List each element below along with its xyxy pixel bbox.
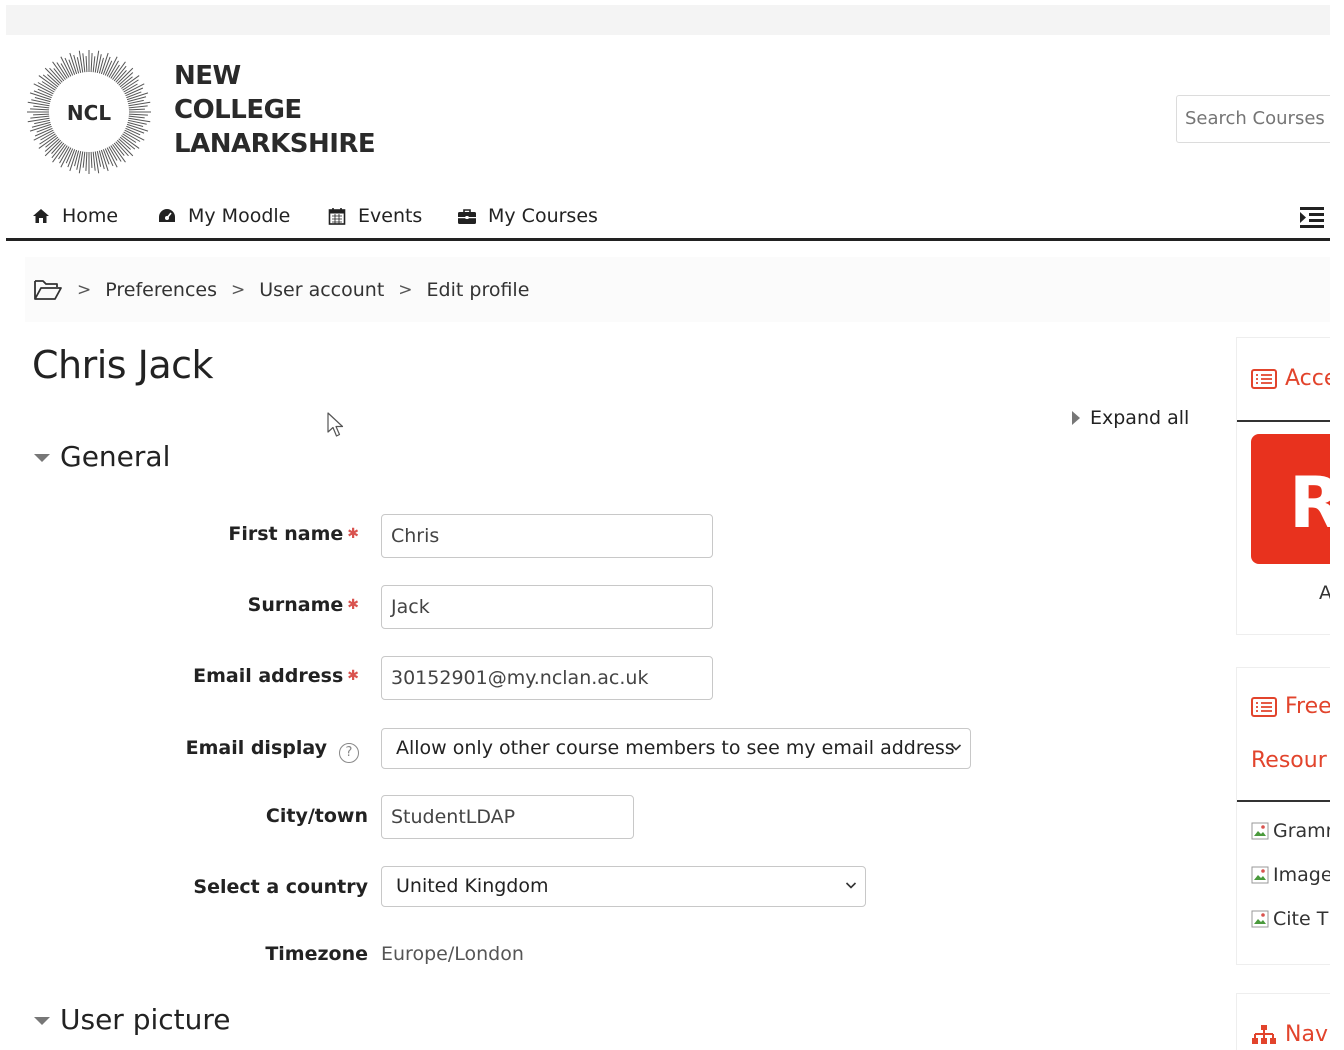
chevron-down-icon [950,744,962,751]
broken-image-link[interactable]: Image [1251,864,1330,886]
block-title-navigation-text: Nav [1285,1022,1328,1047]
nav-item-home[interactable]: Home [30,202,118,230]
breadcrumb: > Preferences > User account > Edit prof… [25,257,1330,322]
section-user-picture-title: User picture [60,1003,231,1036]
indent-icon[interactable] [1298,203,1326,229]
nav-label-events: Events [358,205,423,227]
list-alt-icon [1251,696,1277,717]
breadcrumb-user-account[interactable]: User account [259,279,384,301]
surname-label: Surname ✱ [248,594,359,616]
section-user-picture-toggle[interactable]: User picture [34,1003,231,1036]
caret-down-icon [34,453,50,462]
country-value: United Kingdom [396,875,549,897]
breadcrumb-separator: > [231,279,246,300]
college-name-line-3: LANARKSHIRE [174,129,376,159]
briefcase-icon [456,206,478,226]
nav-item-my-moodle[interactable]: My Moodle [156,202,290,230]
logo-badge-text: NCL [67,101,111,125]
country-select[interactable]: United Kingdom [381,866,866,907]
college-name-line-1: NEW [174,61,241,91]
required-icon: ✱ [347,526,359,542]
tile-caption: A [1319,582,1330,604]
breadcrumb-separator: > [77,279,92,300]
block-title-navigation[interactable]: Nav [1251,1022,1328,1047]
folder-open-icon[interactable] [33,278,63,302]
breadcrumb-preferences[interactable]: Preferences [105,279,217,301]
broken-image-icon [1251,910,1269,928]
surname-label-text: Surname [247,594,344,616]
sidebar-block-accessibility: Acce R A [1236,337,1330,635]
expand-all-link[interactable]: Expand all [1072,407,1189,429]
email-label: Email address ✱ [193,665,359,687]
timezone-label: Timezone [265,943,368,965]
email-label-text: Email address [193,665,344,687]
timezone-value: Europe/London [381,943,524,965]
college-name-line-2: COLLEGE [174,95,302,125]
expand-all-label: Expand all [1090,407,1190,429]
email-display-label-text: Email display [185,737,327,759]
list-alt-icon [1251,368,1277,389]
sidebar-block-navigation: Nav [1236,993,1330,1050]
home-icon [30,206,52,226]
dashboard-icon [156,206,178,226]
breadcrumb-edit-profile: Edit profile [426,278,530,301]
broken-image-label: Image [1273,864,1330,886]
search-courses-input[interactable]: Search Courses [1176,95,1330,143]
r-app-tile[interactable]: R [1251,434,1330,564]
nav-label-my-courses: My Courses [488,205,598,227]
sidebar-block-free-resources: Free Resour Gramm Image Cite Th [1236,667,1330,965]
broken-image-link[interactable]: Gramm [1251,820,1330,842]
email-display-value: Allow only other course members to see m… [396,737,955,759]
calendar-icon [326,206,348,226]
block-title-accessibility-text: Acce [1285,366,1330,391]
caret-right-icon [1072,411,1080,425]
broken-image-icon [1251,866,1269,884]
nav-item-events[interactable]: Events [326,202,422,230]
main-nav: Home My Moodle Events My Courses [6,195,1330,241]
broken-image-label: Gramm [1273,820,1330,842]
city-input[interactable]: StudentLDAP [381,795,634,839]
first-name-label-text: First name [228,523,344,545]
window-edge [1330,0,1344,1050]
block-divider [1237,420,1330,422]
page-title: Chris Jack [32,343,214,387]
block-title-accessibility[interactable]: Acce [1251,366,1330,391]
sitemap-icon [1251,1024,1277,1046]
email-input[interactable]: 30152901@my.nclan.ac.uk [381,656,713,700]
broken-image-link[interactable]: Cite Th [1251,908,1330,930]
section-general-title: General [60,440,171,473]
page: NCL NEW COLLEGE LANARKSHIRE Search Cours… [6,35,1330,1050]
block-title-free[interactable]: Free [1251,694,1330,719]
first-name-input[interactable]: Chris [381,514,713,558]
help-icon[interactable]: ? [339,742,359,763]
city-label: City/town [265,805,368,827]
surname-input[interactable]: Jack [381,585,713,629]
required-icon: ✱ [347,597,359,613]
required-icon: ✱ [347,668,359,684]
first-name-label: First name ✱ [228,523,359,545]
nav-label-home: Home [62,205,119,227]
block-divider [1237,800,1330,802]
chevron-down-icon [845,882,857,889]
email-display-select[interactable]: Allow only other course members to see m… [381,728,971,769]
block-subtitle-resources: Resour [1251,748,1327,773]
caret-down-icon [34,1016,50,1025]
block-title-free-text: Free [1285,694,1330,719]
broken-image-label: Cite Th [1273,908,1330,930]
nav-label-my-moodle: My Moodle [188,205,291,227]
nav-item-my-courses[interactable]: My Courses [456,202,598,230]
broken-image-icon [1251,822,1269,840]
browser-top-strip [6,5,1330,35]
country-label: Select a country [193,876,368,898]
mouse-cursor-icon [327,412,344,437]
breadcrumb-separator: > [398,279,413,300]
college-name: NEW COLLEGE LANARKSHIRE [174,59,376,161]
email-display-label: Email display? [186,737,359,763]
ncl-logo[interactable]: NCL [24,47,154,177]
section-general-toggle[interactable]: General [34,440,170,473]
